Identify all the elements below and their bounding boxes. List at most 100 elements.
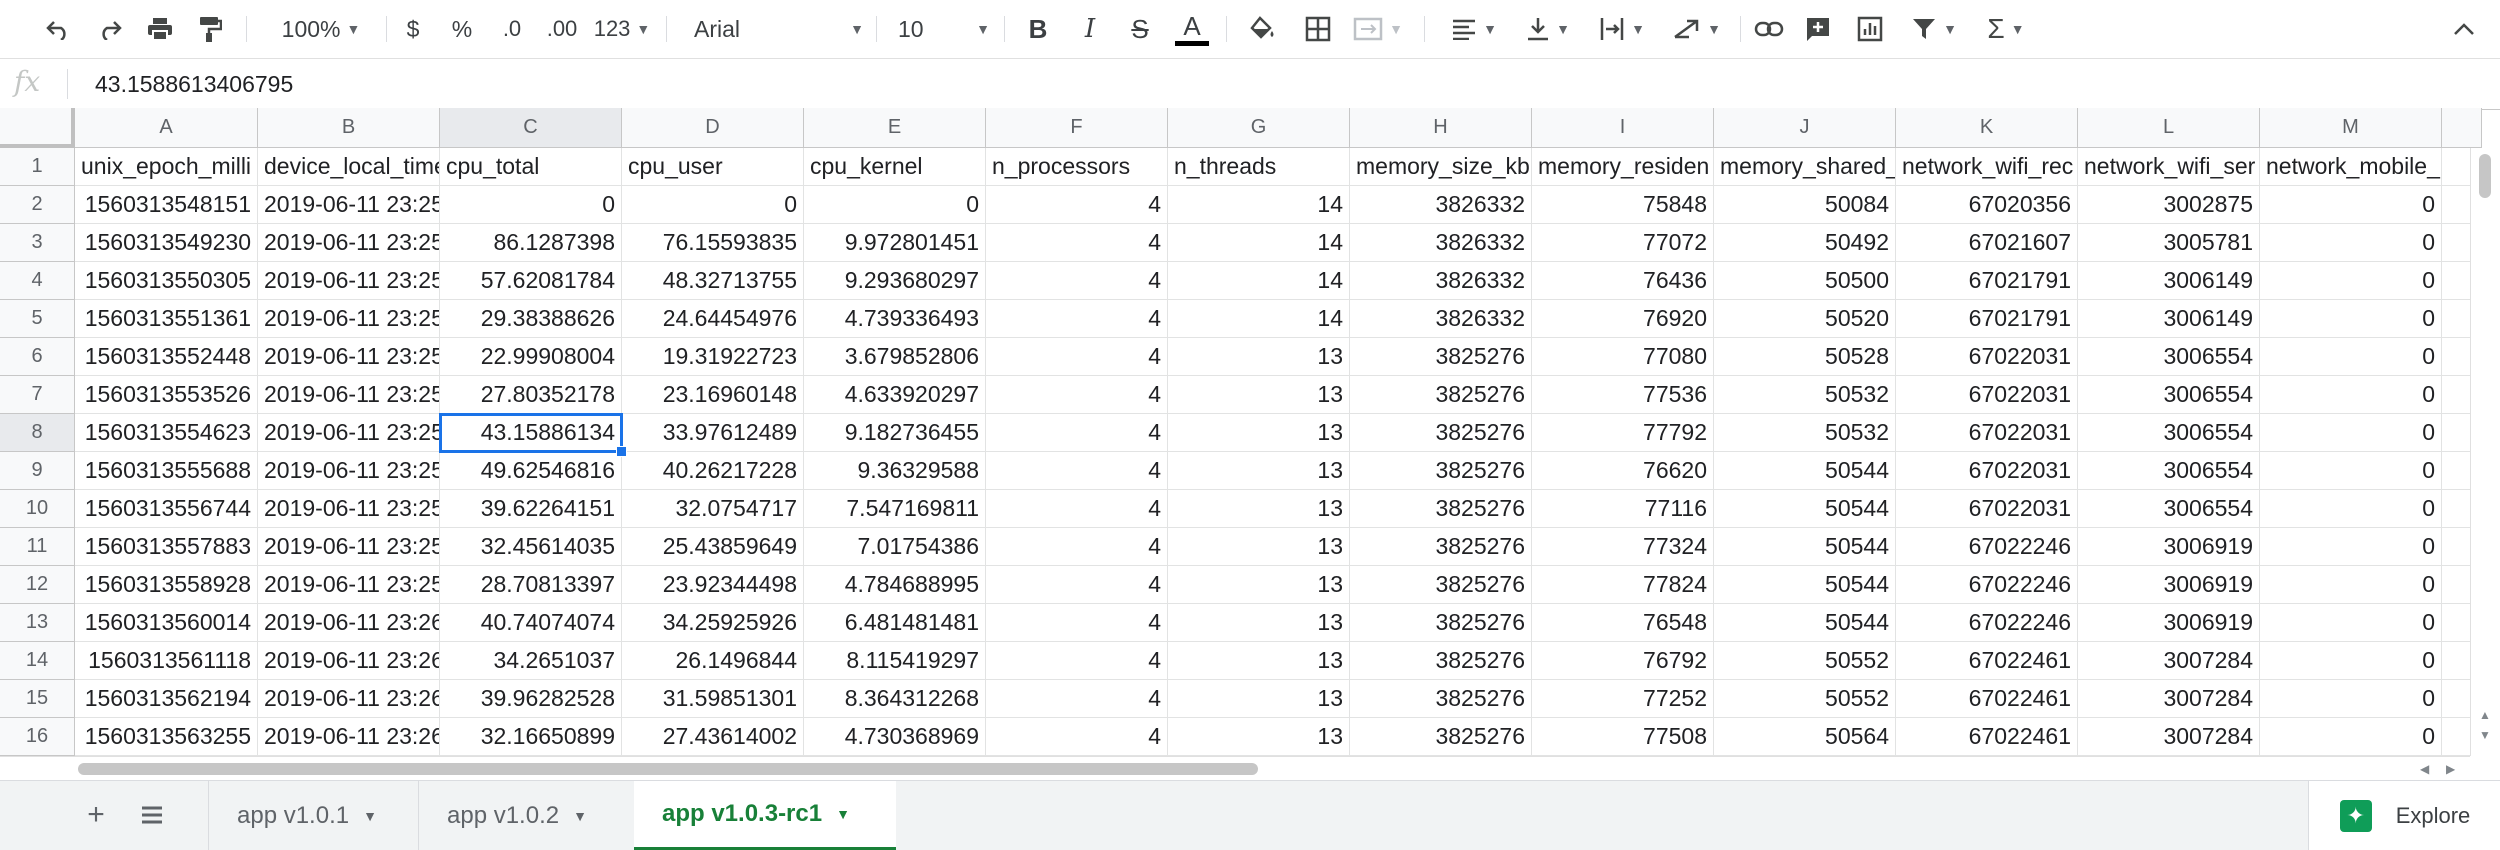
table-cell[interactable]: 13 xyxy=(1168,718,1350,756)
valign-icon[interactable]: ▼ xyxy=(1518,0,1578,58)
vertical-scroll-thumb[interactable] xyxy=(2479,154,2491,198)
table-cell[interactable]: 0 xyxy=(2260,262,2442,300)
table-cell[interactable]: 1560313563255 xyxy=(75,718,258,756)
table-cell[interactable]: 3826332 xyxy=(1350,186,1532,224)
table-cell[interactable]: 77080 xyxy=(1532,338,1714,376)
table-cell[interactable]: 9.972801451 xyxy=(804,224,986,262)
table-cell[interactable]: 50552 xyxy=(1714,680,1896,718)
scroll-right-icon[interactable]: ▶ xyxy=(2446,762,2455,776)
header-cell[interactable]: n_threads xyxy=(1168,148,1350,186)
sheet-tab[interactable]: app v1.0.2 ▼ xyxy=(418,781,628,850)
table-cell[interactable]: 39.62264151 xyxy=(440,490,622,528)
table-cell[interactable]: 4 xyxy=(986,414,1168,452)
table-cell[interactable]: 57.62081784 xyxy=(440,262,622,300)
table-cell[interactable]: 43.15886134 xyxy=(440,414,622,452)
table-cell[interactable]: 0 xyxy=(2260,528,2442,566)
table-cell[interactable]: 50084 xyxy=(1714,186,1896,224)
redo-icon[interactable] xyxy=(92,0,128,58)
table-cell[interactable]: 3007284 xyxy=(2078,642,2260,680)
table-cell[interactable]: 19.31922723 xyxy=(622,338,804,376)
table-cell[interactable]: 50544 xyxy=(1714,528,1896,566)
table-cell[interactable]: 49.62546816 xyxy=(440,452,622,490)
zoom-select[interactable]: 100% ▼ xyxy=(266,0,376,58)
table-cell[interactable]: 50544 xyxy=(1714,566,1896,604)
table-cell[interactable]: 0 xyxy=(622,186,804,224)
table-cell[interactable]: 77324 xyxy=(1532,528,1714,566)
column-header[interactable]: G xyxy=(1168,108,1350,148)
chart-icon[interactable] xyxy=(1852,0,1888,58)
table-cell[interactable]: 50492 xyxy=(1714,224,1896,262)
table-cell[interactable]: 3825276 xyxy=(1350,680,1532,718)
table-cell[interactable]: 13 xyxy=(1168,528,1350,566)
column-header[interactable]: D xyxy=(622,108,804,148)
number-format-select[interactable]: 123 ▼ xyxy=(592,0,652,58)
table-cell[interactable]: 9.293680297 xyxy=(804,262,986,300)
table-cell[interactable]: 24.64454976 xyxy=(622,300,804,338)
table-cell[interactable]: 50544 xyxy=(1714,604,1896,642)
table-cell[interactable]: 0 xyxy=(2260,186,2442,224)
table-cell[interactable]: 50520 xyxy=(1714,300,1896,338)
table-cell[interactable]: 4 xyxy=(986,604,1168,642)
table-cell[interactable]: 3006554 xyxy=(2078,414,2260,452)
table-cell[interactable]: 4 xyxy=(986,224,1168,262)
table-cell[interactable]: 67022031 xyxy=(1896,376,2078,414)
table-cell[interactable]: 0 xyxy=(804,186,986,224)
row-header[interactable]: 4 xyxy=(0,262,75,300)
table-cell[interactable]: 4 xyxy=(986,338,1168,376)
table-cell[interactable]: 39.96282528 xyxy=(440,680,622,718)
percent-format-button[interactable]: % xyxy=(446,0,478,58)
table-cell[interactable]: 86.1287398 xyxy=(440,224,622,262)
table-cell[interactable]: 4 xyxy=(986,186,1168,224)
table-cell[interactable]: 76548 xyxy=(1532,604,1714,642)
table-cell[interactable]: 3006919 xyxy=(2078,566,2260,604)
column-header[interactable]: K xyxy=(1896,108,2078,148)
table-cell[interactable]: 1560313558928 xyxy=(75,566,258,604)
row-header[interactable]: 6 xyxy=(0,338,75,376)
font-family-select[interactable]: Arial ▼ xyxy=(694,0,864,58)
table-cell[interactable]: 2019-06-11 23:25 xyxy=(258,224,440,262)
table-cell[interactable]: 67021791 xyxy=(1896,262,2078,300)
table-cell[interactable]: 1560313562194 xyxy=(75,680,258,718)
table-cell[interactable]: 76436 xyxy=(1532,262,1714,300)
table-cell[interactable]: 3006149 xyxy=(2078,300,2260,338)
column-header[interactable]: C xyxy=(440,108,622,148)
table-cell[interactable]: 0 xyxy=(2260,224,2442,262)
table-cell[interactable]: 2019-06-11 23:26 xyxy=(258,642,440,680)
chevron-down-icon[interactable]: ▼ xyxy=(573,808,587,824)
table-cell[interactable]: 3825276 xyxy=(1350,718,1532,756)
table-cell[interactable]: 9.182736455 xyxy=(804,414,986,452)
table-cell[interactable]: 31.59851301 xyxy=(622,680,804,718)
header-cell[interactable]: memory_shared_ xyxy=(1714,148,1896,186)
table-cell[interactable]: 13 xyxy=(1168,566,1350,604)
table-cell[interactable]: 50500 xyxy=(1714,262,1896,300)
table-cell[interactable]: 50544 xyxy=(1714,452,1896,490)
table-cell[interactable]: 1560313554623 xyxy=(75,414,258,452)
column-header[interactable]: F xyxy=(986,108,1168,148)
row-header[interactable]: 2 xyxy=(0,186,75,224)
table-cell[interactable]: 14 xyxy=(1168,300,1350,338)
table-cell[interactable]: 67022246 xyxy=(1896,528,2078,566)
row-header[interactable]: 13 xyxy=(0,604,75,642)
table-cell[interactable]: 4.784688995 xyxy=(804,566,986,604)
table-cell[interactable]: 7.547169811 xyxy=(804,490,986,528)
table-cell[interactable]: 3825276 xyxy=(1350,452,1532,490)
table-cell[interactable]: 77508 xyxy=(1532,718,1714,756)
table-cell[interactable]: 2019-06-11 23:26 xyxy=(258,604,440,642)
formula-input[interactable]: 43.1588613406795 xyxy=(95,71,293,98)
table-cell[interactable]: 32.0754717 xyxy=(622,490,804,528)
row-header[interactable]: 9 xyxy=(0,452,75,490)
borders-icon[interactable] xyxy=(1300,0,1336,58)
table-cell[interactable]: 1560313548151 xyxy=(75,186,258,224)
table-cell[interactable]: 67022246 xyxy=(1896,604,2078,642)
table-cell[interactable]: 77116 xyxy=(1532,490,1714,528)
horizontal-scroll-thumb[interactable] xyxy=(78,763,1258,775)
table-cell[interactable]: 0 xyxy=(2260,680,2442,718)
table-cell[interactable]: 0 xyxy=(2260,414,2442,452)
table-cell[interactable]: 4 xyxy=(986,566,1168,604)
table-cell[interactable]: 13 xyxy=(1168,604,1350,642)
table-cell[interactable]: 0 xyxy=(2260,642,2442,680)
table-cell[interactable]: 23.16960148 xyxy=(622,376,804,414)
row-header[interactable]: 16 xyxy=(0,718,75,756)
row-header[interactable]: 12 xyxy=(0,566,75,604)
table-cell[interactable]: 3006919 xyxy=(2078,528,2260,566)
